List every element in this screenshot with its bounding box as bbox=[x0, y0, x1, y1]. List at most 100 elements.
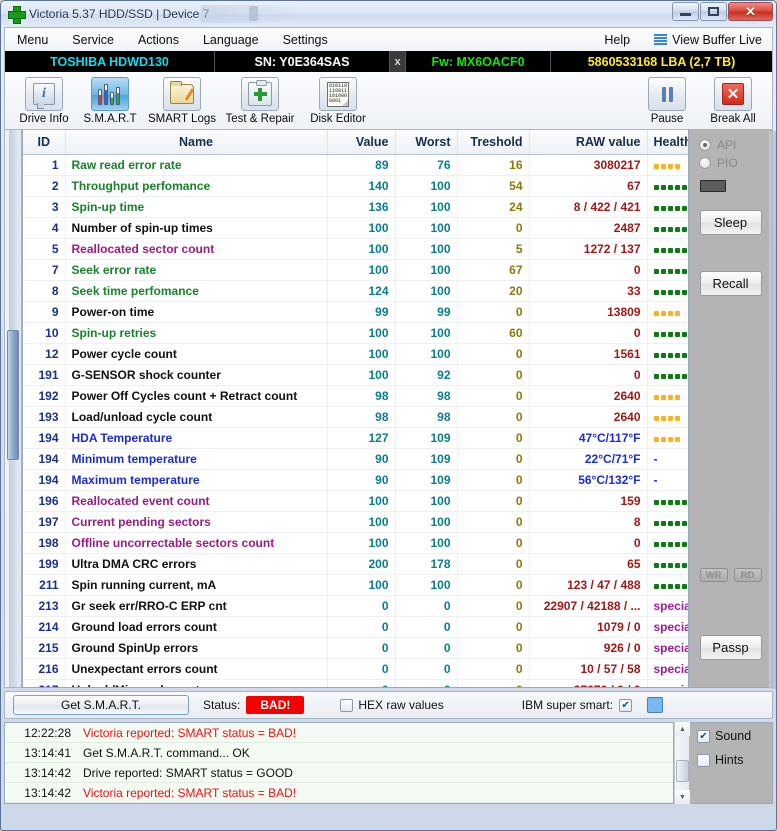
activity-color-indicator[interactable] bbox=[647, 697, 663, 713]
cell-treshold: 24 bbox=[457, 196, 529, 217]
menu-item-help[interactable]: Help bbox=[592, 29, 642, 51]
table-row[interactable]: 197Current pending sectors10010008 bbox=[23, 511, 689, 532]
view-buffer-live-button[interactable]: View Buffer Live bbox=[642, 29, 772, 51]
health-dot bbox=[682, 269, 687, 274]
cell-raw-value: 22°C/71°F bbox=[529, 448, 647, 469]
column-header-name[interactable]: Name bbox=[65, 130, 327, 154]
column-header-health[interactable]: Health bbox=[647, 130, 689, 154]
toolbar-button-drive-info[interactable]: i Drive Info bbox=[11, 75, 77, 125]
table-row[interactable]: 194Minimum temperature90109022°C/71°F- bbox=[23, 448, 689, 469]
maximize-button[interactable] bbox=[700, 2, 727, 21]
cell-treshold: 0 bbox=[457, 490, 529, 511]
table-row[interactable]: 3Spin-up time136100248 / 422 / 421 bbox=[23, 196, 689, 217]
cell-name: Power-on time bbox=[65, 301, 327, 322]
column-header-raw-value[interactable]: RAW value bbox=[529, 130, 647, 154]
cell-raw-value: 0 bbox=[529, 322, 647, 343]
cell-raw-value: 8 / 422 / 421 bbox=[529, 196, 647, 217]
table-row[interactable]: 196Reallocated event count1001000159 bbox=[23, 490, 689, 511]
sound-checkbox-box: ✔ bbox=[697, 730, 710, 743]
cell-id: 12 bbox=[23, 343, 65, 364]
log-scrollbar-thumb[interactable] bbox=[676, 760, 689, 782]
cell-id: 192 bbox=[23, 385, 65, 406]
table-row[interactable]: 4Number of spin-up times10010002487 bbox=[23, 217, 689, 238]
toolbar-button-smart-logs[interactable]: SMART Logs bbox=[143, 75, 221, 125]
cell-id: 196 bbox=[23, 490, 65, 511]
table-row[interactable]: 1Raw read error rate8976163080217 bbox=[23, 154, 689, 175]
hints-checkbox-label: Hints bbox=[715, 753, 743, 767]
table-row[interactable]: 214Ground load errors count0001079 / 0sp… bbox=[23, 616, 689, 637]
radio-option-pio[interactable]: PIO bbox=[689, 154, 772, 172]
menu-item-service[interactable]: Service bbox=[60, 29, 126, 51]
health-dot bbox=[675, 374, 680, 379]
table-row[interactable]: 215Ground SpinUp errors000926 / 0special bbox=[23, 637, 689, 658]
column-header-id[interactable]: ID bbox=[23, 130, 65, 154]
table-row[interactable]: 8Seek time perfomance1241002033 bbox=[23, 280, 689, 301]
minimize-button[interactable] bbox=[672, 2, 699, 21]
toolbar-button-test-repair[interactable]: Test & Repair bbox=[221, 75, 299, 125]
menu-item-menu[interactable]: Menu bbox=[5, 29, 60, 51]
health-dot bbox=[682, 500, 687, 505]
column-header-worst[interactable]: Worst bbox=[395, 130, 457, 154]
wr-indicator: WR bbox=[700, 568, 728, 582]
cell-raw-value: 3080217 bbox=[529, 154, 647, 175]
table-row[interactable]: 217Unlock/Mis read count00037676 / 0 / 0… bbox=[23, 679, 689, 688]
scrollbar-thumb[interactable] bbox=[7, 330, 19, 460]
drive-info-bar: TOSHIBA HDWD130 SN: Y0E364SAS x Fw: MX6O… bbox=[4, 51, 773, 72]
table-row[interactable]: 12Power cycle count10010001561 bbox=[23, 343, 689, 364]
table-row[interactable]: 211Spin running current, mA1001000123 / … bbox=[23, 574, 689, 595]
health-dot bbox=[661, 584, 666, 589]
table-row[interactable]: 10Spin-up retries100100600 bbox=[23, 322, 689, 343]
menu-item-settings[interactable]: Settings bbox=[271, 29, 340, 51]
table-row[interactable]: 2Throughput perfomance1401005467 bbox=[23, 175, 689, 196]
left-vertical-scrollbar[interactable] bbox=[4, 130, 22, 688]
cell-value: 98 bbox=[327, 385, 395, 406]
table-row[interactable]: 199Ultra DMA CRC errors200178065 bbox=[23, 553, 689, 574]
recall-button[interactable]: Recall bbox=[700, 271, 762, 296]
column-header-value[interactable]: Value bbox=[327, 130, 395, 154]
cell-id: 3 bbox=[23, 196, 65, 217]
table-row[interactable]: 193Load/unload cycle count989802640 bbox=[23, 406, 689, 427]
close-drive-button[interactable]: x bbox=[390, 51, 406, 72]
table-row[interactable]: 213Gr seek err/RRO-C ERP cnt00022907 / 4… bbox=[23, 595, 689, 616]
titlebar-overlay-block bbox=[249, 6, 258, 21]
health-dot bbox=[682, 332, 687, 337]
scroll-up-arrow-icon[interactable]: ▲ bbox=[675, 722, 690, 736]
passport-button[interactable]: Passp bbox=[700, 635, 762, 660]
right-edge-scroll-strip[interactable] bbox=[769, 131, 776, 689]
rd-indicator: RD bbox=[734, 568, 762, 582]
table-row[interactable]: 7Seek error rate100100670 bbox=[23, 259, 689, 280]
sleep-button[interactable]: Sleep bbox=[700, 210, 762, 235]
column-header-treshold[interactable]: Treshold bbox=[457, 130, 529, 154]
toolbar-button-pause[interactable]: Pause bbox=[634, 75, 700, 125]
table-row[interactable]: 191G-SENSOR shock counter1009200 bbox=[23, 364, 689, 385]
toolbar-button-smart[interactable]: S.M.A.R.T bbox=[77, 75, 143, 125]
health-dot bbox=[675, 248, 680, 253]
menu-bar: Menu Service Actions Language Settings H… bbox=[4, 27, 773, 51]
scroll-down-arrow-icon[interactable]: ▼ bbox=[675, 790, 690, 804]
table-row[interactable]: 194HDA Temperature127109047°C/117°F bbox=[23, 427, 689, 448]
close-button[interactable]: ✕ bbox=[728, 2, 773, 21]
toolbar-button-break-all[interactable]: ✕ Break All bbox=[700, 75, 766, 125]
menu-item-language[interactable]: Language bbox=[191, 29, 271, 51]
log-text: Victoria reported: SMART status = BAD! bbox=[83, 726, 673, 740]
menu-item-actions[interactable]: Actions bbox=[126, 29, 191, 51]
cell-health bbox=[647, 427, 689, 448]
hex-raw-values-checkbox[interactable]: HEX raw values bbox=[340, 698, 443, 712]
table-row[interactable]: 5Reallocated sector count10010051272 / 1… bbox=[23, 238, 689, 259]
table-row[interactable]: 198Offline uncorrectable sectors count10… bbox=[23, 532, 689, 553]
cell-value: 100 bbox=[327, 490, 395, 511]
table-row[interactable]: 194Maximum temperature90109056°C/132°F- bbox=[23, 469, 689, 490]
hints-checkbox[interactable]: Hints bbox=[697, 753, 772, 767]
cell-treshold: 0 bbox=[457, 679, 529, 688]
table-row[interactable]: 9Power-on time9999013809 bbox=[23, 301, 689, 322]
radio-option-api[interactable]: API bbox=[689, 136, 772, 154]
table-row[interactable]: 192Power Off Cycles count + Retract coun… bbox=[23, 385, 689, 406]
toolbar-button-disk-editor[interactable]: 0101101100111010000001 Disk Editor bbox=[299, 75, 377, 125]
ibm-checkbox-label: IBM super smart: bbox=[522, 698, 613, 712]
table-row[interactable]: 216Unexpectant errors count00010 / 57 / … bbox=[23, 658, 689, 679]
sound-checkbox[interactable]: ✔ Sound bbox=[697, 729, 772, 743]
cell-worst: 99 bbox=[395, 301, 457, 322]
log-scrollbar[interactable]: ▲ ▼ bbox=[674, 722, 689, 804]
ibm-super-smart-checkbox[interactable]: IBM super smart: ✔ bbox=[522, 698, 637, 712]
get-smart-button[interactable]: Get S.M.A.R.T. bbox=[13, 695, 189, 715]
